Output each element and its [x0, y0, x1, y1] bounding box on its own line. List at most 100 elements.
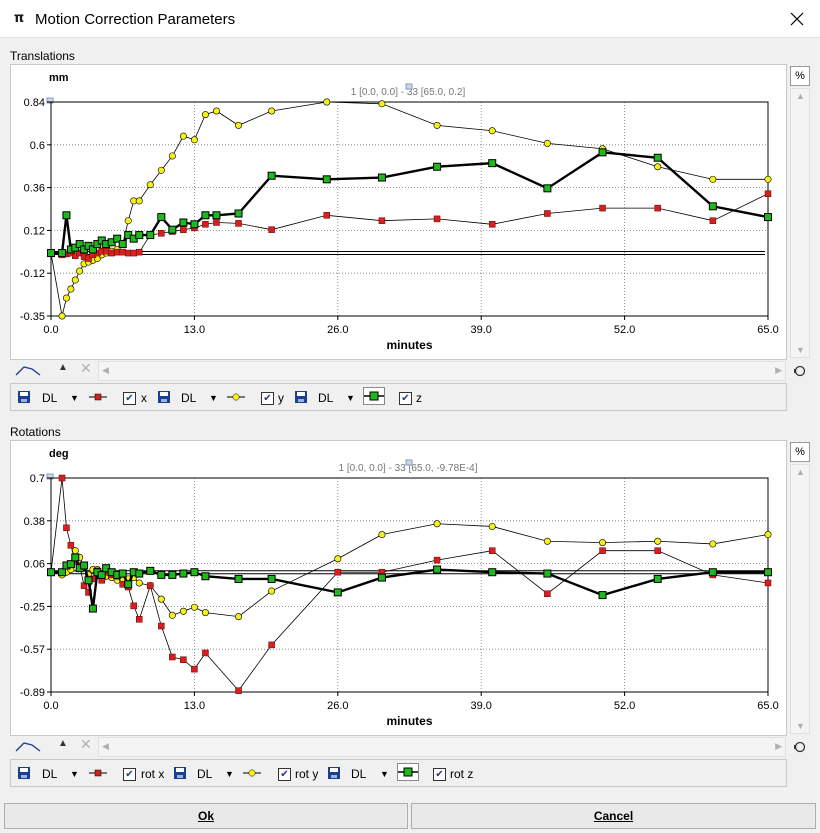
save-icon[interactable]	[157, 390, 171, 404]
z-checkbox[interactable]: ✔	[399, 389, 412, 407]
data-point	[433, 215, 441, 223]
dl-label[interactable]: DL	[42, 765, 57, 783]
data-point	[378, 217, 386, 224]
data-point	[130, 249, 137, 257]
data-point	[598, 148, 607, 157]
save-icon[interactable]	[17, 390, 31, 404]
dl-label[interactable]: DL	[42, 389, 57, 407]
range-marker-handle	[405, 459, 413, 466]
data-point	[97, 570, 106, 579]
vertical-scrollbar[interactable]: ▲ ▼	[790, 88, 810, 358]
scroll-up-icon[interactable]: ▲	[796, 467, 805, 477]
translations-legend: DL ▼ ✔ x DL ▼ ✔ y DL ▼ ✔ z	[10, 383, 787, 411]
data-point	[63, 524, 70, 532]
dropdown-arrow-icon[interactable]: ▼	[209, 389, 218, 407]
rot-z-checkbox[interactable]: ✔	[433, 765, 446, 783]
data-point	[764, 531, 772, 539]
dl-label[interactable]: DL	[318, 389, 333, 407]
y-checkbox[interactable]: ✔	[261, 389, 274, 407]
close-button[interactable]	[774, 0, 820, 38]
data-point	[323, 98, 331, 106]
save-icon[interactable]	[294, 390, 308, 404]
data-point	[88, 604, 97, 613]
scroll-down-icon[interactable]: ▼	[796, 721, 805, 731]
remove-icon[interactable]: ✕	[80, 736, 92, 753]
cancel-button[interactable]: Cancel	[411, 803, 816, 829]
rotations-vscroll[interactable]: % ▲ ▼	[789, 440, 811, 736]
dropdown-arrow-icon[interactable]: ▼	[70, 389, 79, 407]
x-tick-label: 0.0	[43, 700, 58, 712]
scroll-right-icon[interactable]: ▶	[775, 741, 782, 752]
horizontal-scrollbar[interactable]: ◀ ▶	[98, 737, 786, 757]
x-axis-label: minutes	[386, 338, 432, 352]
rotations-chart-frame[interactable]: deg 1 [0.0, 0.0] - 33 [65.0, -9.78E-4] 0.0…	[10, 440, 787, 736]
scroll-left-icon[interactable]: ◀	[102, 741, 109, 752]
data-point	[268, 107, 276, 115]
data-point	[709, 540, 717, 548]
data-point	[213, 219, 220, 226]
dropdown-arrow-icon[interactable]: ▼	[346, 389, 355, 407]
y-tick-label: -0.12	[20, 268, 45, 280]
data-point	[599, 547, 606, 554]
pmod-logo-icon: π	[13, 11, 25, 26]
dropdown-arrow-icon[interactable]: ▼	[70, 765, 79, 783]
dl-label[interactable]: DL	[181, 389, 196, 407]
percent-toggle-button[interactable]: %	[790, 442, 810, 462]
data-point	[212, 211, 221, 220]
unit-label: deg	[49, 448, 69, 460]
save-icon[interactable]	[173, 766, 187, 780]
translations-chart-frame[interactable]: mm 1 [0.0, 0.0] - 33 [65.0, 0.2] 0.0 13.0 26…	[10, 64, 787, 360]
translations-toolbar: ▲ ✕ ◀ ▶	[10, 360, 787, 382]
x-tick-label: 52.0	[614, 700, 635, 712]
curve-style-icon[interactable]	[14, 739, 44, 753]
translations-label: Translations	[10, 49, 75, 63]
x-tick-label: 26.0	[327, 700, 348, 712]
dropdown-arrow-icon[interactable]: ▼	[225, 765, 234, 783]
ok-button[interactable]: Ok	[4, 803, 408, 829]
percent-toggle-button[interactable]: %	[790, 66, 810, 86]
data-point	[168, 570, 177, 579]
scroll-right-icon[interactable]: ▶	[775, 365, 782, 376]
snapshot-icon[interactable]	[793, 364, 807, 378]
curve-style-icon[interactable]	[14, 363, 44, 377]
horizontal-scrollbar[interactable]: ◀ ▶	[98, 361, 786, 381]
data-point	[654, 204, 661, 212]
scroll-up-icon[interactable]: ▲	[796, 91, 805, 101]
remove-icon[interactable]: ✕	[80, 360, 92, 377]
vertical-scrollbar[interactable]: ▲ ▼	[790, 464, 810, 734]
rot-y-checkbox[interactable]: ✔	[278, 765, 291, 783]
rot-x-checkbox[interactable]: ✔	[123, 765, 136, 783]
dl-label[interactable]: DL	[197, 765, 212, 783]
data-point	[433, 121, 441, 129]
data-point	[235, 220, 242, 227]
data-point	[179, 132, 187, 140]
data-point	[201, 111, 209, 119]
save-icon[interactable]	[327, 766, 341, 780]
x-axis-label: minutes	[386, 714, 432, 728]
data-point	[543, 139, 551, 147]
data-point	[488, 159, 497, 168]
dl-label[interactable]: DL	[351, 765, 366, 783]
snapshot-icon[interactable]	[793, 740, 807, 754]
translations-vscroll[interactable]: % ▲ ▼	[789, 64, 811, 360]
rot-x-series-marker	[89, 769, 107, 777]
rotations-chart[interactable]: deg1 [0.0, 0.0] - 33 [65.0, -9.78E-4]0.0…	[11, 441, 786, 735]
translations-chart[interactable]: mm1 [0.0, 0.0] - 33 [65.0, 0.2]0.0 13.0 26…	[11, 65, 786, 359]
y-tick-label: 0.38	[24, 516, 45, 528]
scroll-down-icon[interactable]: ▼	[796, 345, 805, 355]
data-point	[124, 580, 133, 589]
x-checkbox[interactable]: ✔	[123, 389, 136, 407]
triangle-up-icon[interactable]: ▲	[58, 738, 68, 749]
triangle-up-icon[interactable]: ▲	[58, 362, 68, 373]
data-point	[543, 184, 552, 193]
scroll-left-icon[interactable]: ◀	[102, 365, 109, 376]
data-point	[124, 249, 132, 257]
data-point	[267, 171, 276, 180]
data-point	[234, 209, 243, 218]
data-point	[80, 561, 89, 570]
data-point	[71, 276, 79, 284]
save-icon[interactable]	[17, 766, 31, 780]
dropdown-arrow-icon[interactable]: ▼	[380, 765, 389, 783]
range-marker-handle	[405, 83, 413, 90]
data-point	[268, 641, 275, 649]
